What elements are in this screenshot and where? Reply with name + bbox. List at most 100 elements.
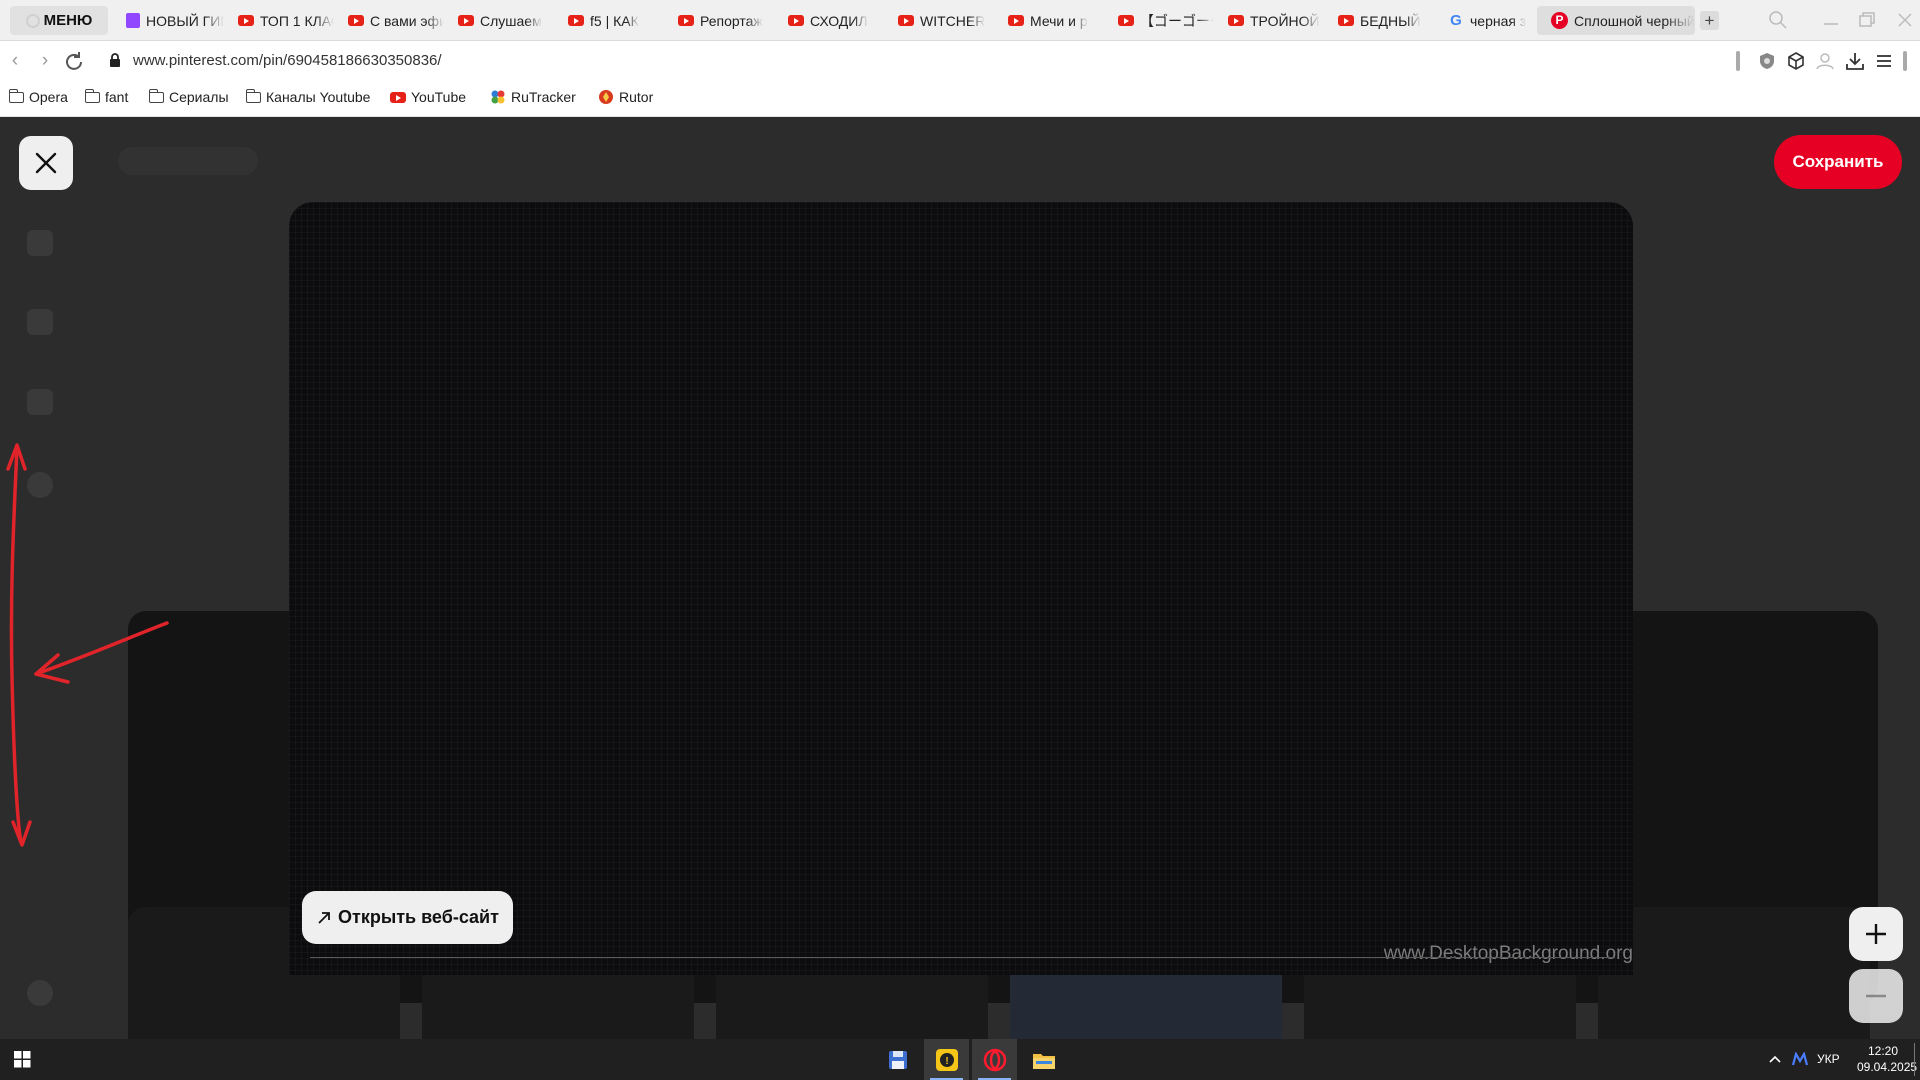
reload-icon[interactable]	[62, 49, 86, 73]
zoom-out-button[interactable]	[1849, 969, 1903, 1023]
bookmark-label: RuTracker	[511, 89, 576, 105]
forward-icon[interactable]: ›	[33, 49, 57, 73]
address-bar-divider	[1736, 51, 1740, 71]
tab-title: f5 | КАК	[590, 12, 639, 29]
create-icon	[27, 389, 53, 415]
arrow-up-right-icon	[316, 910, 332, 926]
taskbar-opera[interactable]	[972, 1039, 1017, 1080]
bookmark-label: YouTube	[411, 89, 467, 105]
lock-icon[interactable]	[108, 53, 122, 67]
google-icon: G	[1450, 11, 1462, 29]
youtube-icon	[238, 15, 254, 26]
bookmark-youtube-channels[interactable]: Каналы Youtube	[245, 88, 371, 105]
tab-strip: МЕНЮ НОВЫЙ ГИГАНТ ТОП 1 КЛАСС С вами эфи…	[0, 0, 1920, 41]
tab-title: ТРОЙНОЙ	[1250, 12, 1320, 29]
windows-taskbar: ! УКР 12:20 09.04.2025	[0, 1039, 1920, 1080]
tab-title: НОВЫЙ ГИГАНТ	[146, 12, 224, 29]
tab-bednyi[interactable]: БЕДНЫЙ	[1324, 6, 1434, 35]
tab-title: 【ゴーゴーダ	[1140, 12, 1214, 29]
close-button[interactable]	[19, 136, 73, 190]
youtube-icon	[348, 15, 364, 26]
save-button[interactable]: Сохранить	[1774, 135, 1902, 189]
adblock-shield-icon[interactable]	[1756, 50, 1778, 72]
tab-f5[interactable]: f5 | КАК	[554, 6, 664, 35]
tab-title: ТОП 1 КЛАСС	[260, 12, 334, 29]
settings-icon	[27, 980, 53, 1006]
bookmark-rutracker[interactable]: RuTracker	[490, 89, 576, 105]
tab-title: Слушаем	[480, 12, 542, 29]
back-icon[interactable]: ‹	[3, 49, 27, 73]
background-search-bar	[118, 147, 258, 175]
restore-icon[interactable]	[1856, 9, 1878, 31]
tab-title: СХОДИЛ	[810, 12, 868, 29]
home-icon	[27, 230, 53, 256]
tab-title: Репортаж	[700, 12, 763, 29]
minimize-icon[interactable]	[1820, 9, 1842, 31]
tab-reportazh[interactable]: Репортаж	[664, 6, 774, 35]
folder-icon	[245, 88, 261, 103]
bookmark-label: Rutor	[619, 89, 654, 105]
floppy-disk-icon	[887, 1049, 909, 1071]
sidebar-toggle[interactable]	[1903, 51, 1907, 71]
bookmark-opera[interactable]: Opera	[8, 88, 68, 105]
easy-setup-icon[interactable]	[1873, 50, 1895, 72]
tab-skhodil[interactable]: СХОДИЛ	[774, 6, 884, 35]
image-bottom-edge	[310, 957, 1615, 958]
taskbar-warning-app[interactable]: !	[924, 1039, 969, 1080]
taskbar-save-app[interactable]	[875, 1039, 920, 1080]
close-window-icon[interactable]	[1894, 9, 1916, 31]
downloads-icon[interactable]	[1844, 50, 1866, 72]
new-tab-button[interactable]: +	[1700, 11, 1719, 30]
tab-slushaem[interactable]: Слушаем	[444, 6, 554, 35]
tab-novyi[interactable]: НОВЫЙ ГИГАНТ	[112, 6, 224, 35]
pin-image[interactable]: www.DesktopBackground.org	[289, 202, 1633, 975]
folder-icon	[8, 88, 24, 103]
tab-gogoda[interactable]: 【ゴーゴーダ	[1104, 6, 1214, 35]
profile-icon[interactable]	[1814, 50, 1836, 72]
open-website-button[interactable]: Открыть веб-сайт	[302, 891, 513, 944]
bookmark-serialy[interactable]: Сериалы	[148, 88, 229, 105]
taskbar-file-explorer[interactable]	[1021, 1039, 1066, 1080]
tab-top1[interactable]: ТОП 1 КЛАСС	[224, 6, 334, 35]
close-icon	[33, 150, 59, 176]
clock[interactable]: 12:20 09.04.2025	[1857, 1043, 1917, 1075]
rutor-icon	[598, 89, 614, 105]
warning-app-icon: !	[935, 1048, 959, 1072]
bookmark-youtube[interactable]: YouTube	[390, 89, 466, 105]
bookmark-rutor[interactable]: Rutor	[598, 89, 653, 105]
explore-icon	[27, 309, 53, 335]
windows-start-icon[interactable]	[14, 1051, 31, 1068]
extensions-cube-icon[interactable]	[1785, 50, 1807, 72]
background-pin-card	[1598, 907, 1870, 1039]
tray-chevron-icon[interactable]	[1768, 1052, 1782, 1066]
bookmark-label: Сериалы	[169, 89, 229, 105]
open-website-label: Открыть веб-сайт	[338, 907, 499, 927]
folder-icon	[84, 88, 100, 103]
minus-icon	[1863, 983, 1889, 1009]
notifications-icon	[27, 472, 53, 498]
bookmark-fant[interactable]: fant	[84, 88, 128, 105]
tab-title: черная з	[1470, 12, 1527, 29]
url-field[interactable]: www.pinterest.com/pin/690458186630350836…	[133, 52, 442, 69]
tab-title: С вами эфир	[370, 12, 444, 29]
show-desktop-button[interactable]	[1914, 1043, 1915, 1076]
zoom-in-button[interactable]	[1849, 907, 1903, 961]
tab-troinoi[interactable]: ТРОЙНОЙ	[1214, 6, 1324, 35]
menu-label: МЕНЮ	[43, 12, 93, 29]
twitch-icon	[126, 13, 140, 28]
tab-google-search[interactable]: G черная з	[1434, 6, 1544, 35]
address-bar: ‹ › www.pinterest.com/pin/69045818663035…	[0, 41, 1920, 81]
svg-text:!: !	[945, 1056, 948, 1067]
bookmark-label: Каналы Youtube	[266, 89, 371, 105]
tab-witcher[interactable]: WITCHER	[884, 6, 994, 35]
opera-menu-button[interactable]: МЕНЮ	[10, 6, 108, 35]
tray-app-icon[interactable]	[1792, 1052, 1808, 1066]
tab-mechi[interactable]: Мечи и р	[994, 6, 1104, 35]
youtube-icon	[678, 15, 694, 26]
bookmarks-bar: Opera fant Сериалы Каналы Youtube YouTub…	[0, 81, 1920, 117]
tab-search-icon[interactable]	[1767, 9, 1789, 31]
input-language[interactable]: УКР	[1817, 1052, 1840, 1066]
youtube-icon	[390, 91, 406, 103]
tab-pinterest-active[interactable]: P Сплошной черный	[1537, 6, 1695, 35]
tab-s-vami[interactable]: С вами эфир	[334, 6, 444, 35]
